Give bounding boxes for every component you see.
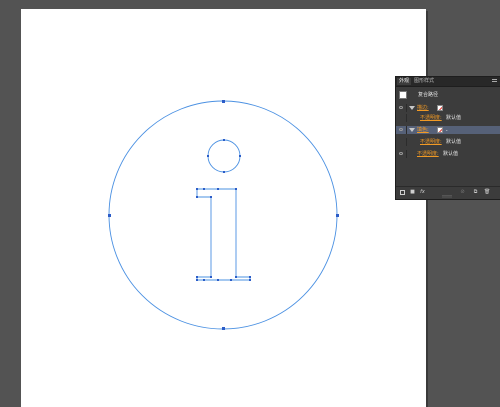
chevron-icon[interactable]: ⌄ [445,126,448,134]
fx-icon[interactable]: fx [420,190,425,195]
appearance-panel: 外观 图形样式 复合路径 描边: 不透明度: 默认值 填色: ⌄ 不透明度: 默… [395,76,500,200]
eye-icon[interactable] [399,152,403,155]
opacity-value: 默认值 [443,151,459,157]
new-fill-icon[interactable]: ■ [410,190,415,195]
stroke-opacity-row[interactable]: 不透明度: 默认值 [396,114,500,122]
info-outline-path [108,100,338,330]
stroke-label[interactable]: 描边: [417,104,429,112]
panel-menu-icon[interactable] [492,79,497,83]
opacity-label[interactable]: 不透明度: [420,138,442,146]
info-icon-artwork[interactable] [21,9,426,407]
divider [406,104,407,112]
delete-icon[interactable]: 🗑 [484,190,490,195]
opacity-value: 默认值 [446,139,462,145]
none-swatch-icon[interactable] [437,105,443,111]
object-opacity-row[interactable]: 不透明度: 默认值 [396,150,500,158]
duplicate-icon[interactable]: ⧉ [473,190,478,195]
opacity-label[interactable]: 不透明度: [420,114,442,122]
new-stroke-icon[interactable] [400,190,405,195]
none-swatch-icon[interactable] [437,127,443,133]
resize-handle[interactable] [442,195,452,198]
object-thumbnail [399,91,407,99]
tab-graphic-styles[interactable]: 图形样式 [412,78,436,85]
artboard[interactable] [21,9,426,407]
fill-label[interactable]: 填色: [417,126,429,134]
divider [406,126,407,134]
outer-circle-path [108,100,338,330]
eye-icon[interactable] [399,128,403,131]
stroke-row[interactable]: 描边: [396,104,500,112]
panel-tab-bar: 外观 图形样式 [396,77,500,87]
object-title: 复合路径 [418,92,439,98]
opacity-value: 默认值 [446,115,462,121]
object-header-row: 复合路径 [396,88,500,102]
dot-circle-path [207,139,241,173]
fill-opacity-row[interactable]: 不透明度: 默认值 [396,138,500,146]
disclosure-triangle-icon[interactable] [409,128,415,132]
eye-icon[interactable] [399,106,403,109]
i-stem-path [196,188,251,281]
disclosure-triangle-icon[interactable] [409,106,415,110]
opacity-label[interactable]: 不透明度: [417,150,439,158]
divider [406,138,407,146]
tab-appearance[interactable]: 外观 [397,78,412,85]
divider [406,150,407,158]
clear-icon[interactable]: ⊘ [460,190,465,195]
divider [406,114,407,122]
panel-footer: ■ fx ⊘ ⧉ 🗑 [396,186,500,199]
fill-row[interactable]: 填色: ⌄ [396,126,500,134]
